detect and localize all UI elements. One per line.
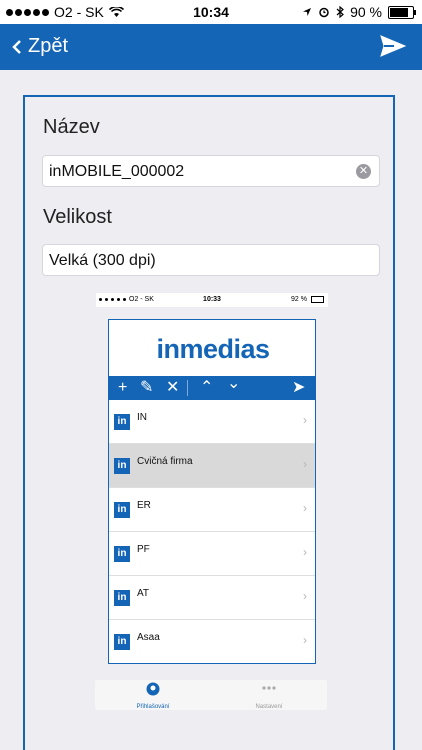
preview-screen: inmedias + ✎ ✕ ⌃ ⌄ ➤ in IN › in Cvičná f… <box>108 319 316 664</box>
chevron-right-icon: › <box>303 413 307 427</box>
chevron-right-icon: › <box>303 457 307 471</box>
company-logo-icon: in <box>114 502 130 518</box>
size-field[interactable]: Velká (300 dpi) <box>42 244 380 276</box>
company-logo-icon: in <box>114 458 130 474</box>
export-form-panel: Název inMOBILE_000002 ✕ Velikost Velká (… <box>23 95 395 750</box>
clear-icon[interactable]: ✕ <box>356 164 371 179</box>
send-icon-small: ➤ <box>292 379 306 396</box>
preview-status-bar: O2 - SK 10:33 92 % <box>96 293 328 307</box>
status-bar: O2 - SK 10:34 90 % <box>0 0 422 24</box>
list-item: in AT › <box>109 576 315 620</box>
location-icon <box>303 8 312 16</box>
preview-tab-settings: Nastavení <box>211 682 327 710</box>
bluetooth-icon <box>336 6 344 18</box>
list-item-label: Cvičná firma <box>137 456 193 467</box>
chevron-right-icon: › <box>303 545 307 559</box>
nav-bar: Zpět <box>0 24 422 70</box>
company-logo-icon: in <box>114 546 130 562</box>
name-label: Název <box>43 116 100 138</box>
edit-icon: ✎ <box>140 379 154 396</box>
inmedias-logo: inmedias <box>156 334 270 364</box>
name-field[interactable]: inMOBILE_000002 ✕ <box>42 155 380 187</box>
list-item: in ER › <box>109 488 315 532</box>
battery-percent: 90 % <box>350 4 382 20</box>
list-item-label: Asaa <box>137 632 160 643</box>
chevron-right-icon: › <box>303 633 307 647</box>
preview-battery-percent: 92 % <box>291 296 307 303</box>
status-right: 90 % <box>302 4 416 20</box>
list-item: in PF › <box>109 532 315 576</box>
chevron-right-icon: › <box>303 501 307 515</box>
preview-tab-label: Nastavení <box>255 704 283 710</box>
list-item-label: ER <box>137 500 151 511</box>
chevron-right-icon: › <box>303 589 307 603</box>
company-logo-icon: in <box>114 414 130 430</box>
battery-icon <box>388 5 416 19</box>
chevron-up-icon: ⌃ <box>200 379 214 396</box>
back-button[interactable]: Zpět <box>12 35 68 58</box>
preview-tab-label: Přihlašování <box>136 704 170 710</box>
size-field-value: Velká (300 dpi) <box>49 252 156 269</box>
preview-tab-login: Přihlašování <box>95 682 211 710</box>
list-item-label: IN <box>137 412 147 423</box>
preview-battery-icon <box>311 296 324 303</box>
list-item: in Cvičná firma › <box>109 444 315 488</box>
company-logo-icon: in <box>114 634 130 650</box>
add-icon: + <box>118 379 128 396</box>
list-item-label: PF <box>137 544 150 555</box>
preview-tab-bar: Přihlašování Nastavení <box>95 680 327 710</box>
toolbar-divider <box>187 380 188 396</box>
delete-icon: ✕ <box>166 379 180 396</box>
alarm-icon <box>319 7 329 18</box>
preview-toolbar: + ✎ ✕ ⌃ ⌄ ➤ <box>109 375 315 400</box>
back-label: Zpět <box>28 35 69 57</box>
user-icon <box>146 682 160 696</box>
send-icon[interactable] <box>380 34 406 58</box>
chevron-down-icon: ⌄ <box>227 375 241 392</box>
list-item: in Asaa › <box>109 620 315 663</box>
name-field-value: inMOBILE_000002 <box>49 163 185 180</box>
list-item-label: AT <box>137 588 150 599</box>
list-item: in IN › <box>109 400 315 444</box>
chevron-left-icon <box>12 39 21 54</box>
company-logo-icon: in <box>114 590 130 606</box>
more-icon <box>262 686 276 690</box>
size-label: Velikost <box>43 206 112 228</box>
